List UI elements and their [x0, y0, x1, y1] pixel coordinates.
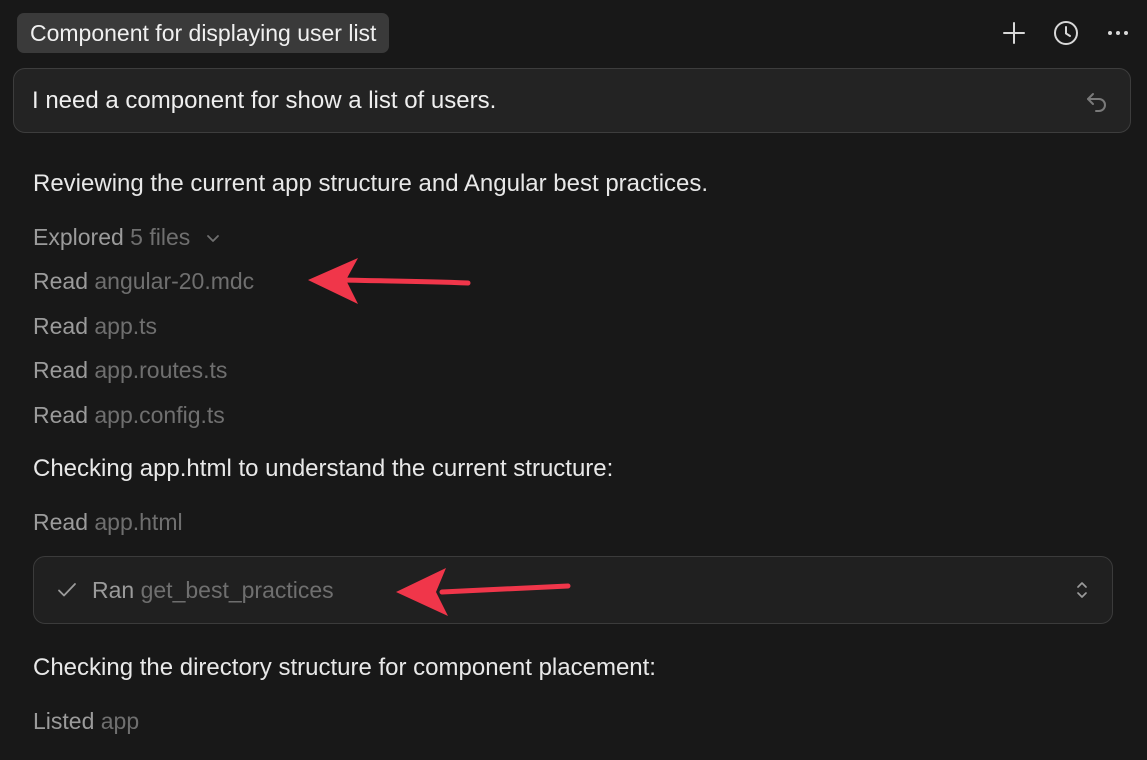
plus-icon[interactable]	[999, 16, 1029, 50]
assistant-message: Checking the directory structure for com…	[33, 654, 656, 681]
read-item[interactable]: Read angular-20.mdc	[33, 268, 254, 295]
tool-call-card[interactable]: Ran get_best_practices	[33, 556, 1113, 624]
expand-collapse-icon[interactable]	[1070, 579, 1094, 601]
assistant-message: Reviewing the current app structure and …	[33, 170, 709, 197]
tool-target: app.html	[94, 509, 183, 535]
tool-target: app	[100, 708, 140, 734]
prompt-text: I need a component for show a list of us…	[32, 86, 497, 114]
tool-verb: Ran	[92, 576, 135, 603]
tool-verb: Listed	[33, 708, 95, 734]
tool-verb: Read	[33, 509, 88, 535]
tool-target: app.config.ts	[94, 402, 225, 428]
conversation-title[interactable]: Component for displaying user list	[17, 13, 390, 53]
tool-target: get_best_practices	[140, 576, 334, 603]
read-item[interactable]: Read app.routes.ts	[33, 357, 227, 384]
tool-verb: Read	[33, 268, 88, 294]
user-prompt[interactable]: I need a component for show a list of us…	[13, 68, 1131, 133]
chevron-down-icon[interactable]	[205, 225, 221, 252]
assistant-message: Checking app.html to understand the curr…	[33, 455, 614, 482]
annotation-arrow	[308, 258, 471, 304]
header-actions	[999, 16, 1133, 50]
listed-item[interactable]: Listed app	[33, 708, 139, 735]
tool-target: app.routes.ts	[94, 357, 228, 383]
tool-call-label: Ran get_best_practices	[92, 577, 1070, 604]
explored-summary[interactable]: Explored 5 files	[33, 224, 221, 252]
read-item[interactable]: Read app.html	[33, 509, 183, 536]
clock-icon[interactable]	[1051, 16, 1081, 50]
undo-icon[interactable]	[1082, 86, 1112, 116]
read-item[interactable]: Read app.config.ts	[33, 402, 225, 429]
tool-verb: Explored	[33, 224, 124, 250]
tool-target: angular-20.mdc	[94, 268, 255, 294]
read-item[interactable]: Read app.ts	[33, 313, 157, 340]
tool-verb: Read	[33, 313, 88, 339]
tool-target: app.ts	[94, 313, 158, 339]
more-horizontal-icon[interactable]	[1103, 16, 1133, 50]
tool-target: 5 files	[130, 224, 191, 250]
tool-verb: Read	[33, 357, 88, 383]
tool-verb: Read	[33, 402, 88, 428]
checkmark-icon	[56, 579, 82, 601]
